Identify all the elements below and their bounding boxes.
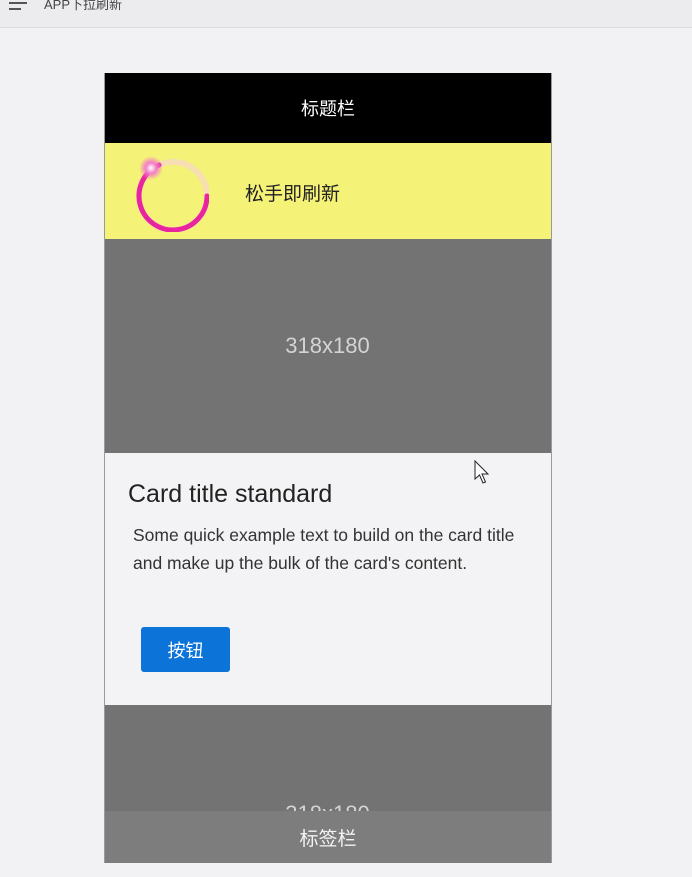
tab-bar-label: 标签栏	[299, 828, 357, 850]
nav-title: 标题栏	[301, 99, 355, 119]
tab-bar[interactable]: 标签栏	[105, 811, 551, 863]
pull-refresh-header: 松手即刷新	[105, 143, 551, 239]
pull-refresh-text: 松手即刷新	[245, 184, 341, 205]
loading-spinner-icon	[136, 156, 209, 232]
card-text: Some quick example text to build on the …	[133, 525, 515, 573]
card-image-placeholder: 318x180	[105, 239, 551, 453]
hamburger-menu-icon[interactable]	[9, 2, 27, 16]
window-title-bar: APP下拉刷新	[0, 0, 692, 28]
nav-title-bar: 标题栏	[105, 73, 551, 143]
card-image-label: 318x180	[285, 333, 370, 358]
card-title: Card title standard	[128, 480, 333, 508]
card-button[interactable]: 按钮	[141, 627, 230, 672]
mouse-cursor-icon	[474, 460, 490, 484]
app-title: APP下拉刷新	[44, 0, 123, 12]
